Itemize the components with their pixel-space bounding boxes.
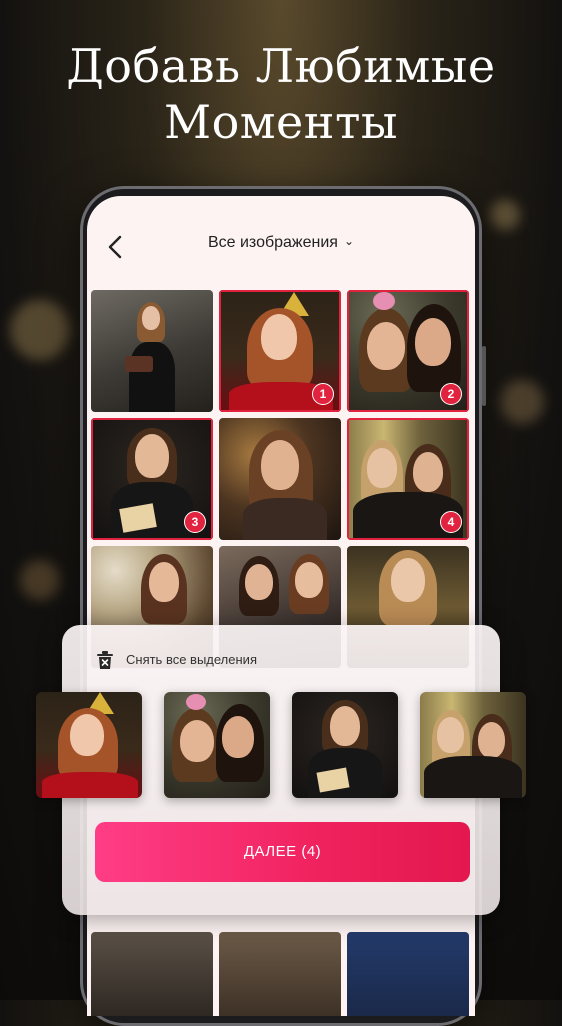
- trash-x-icon: [97, 651, 113, 669]
- bokeh-light: [20, 560, 60, 600]
- chevron-down-icon: ⌄: [343, 234, 355, 248]
- selection-order-badge: 4: [440, 511, 462, 533]
- bokeh-light: [490, 200, 520, 230]
- headline: Добавь Любимые Моменты: [0, 38, 562, 150]
- album-dropdown[interactable]: Все изображения ⌄: [87, 234, 475, 252]
- photo-cell-selected[interactable]: 1: [219, 290, 341, 412]
- headline-line-2: Моменты: [163, 95, 399, 149]
- selected-thumbnail[interactable]: [164, 692, 270, 798]
- photo-cell-selected[interactable]: 2: [347, 290, 469, 412]
- selection-order-badge: 1: [312, 383, 334, 405]
- photo-grid-more: [91, 926, 471, 1016]
- next-button[interactable]: ДАЛЕЕ (4): [95, 822, 470, 882]
- photo-cell[interactable]: [91, 290, 213, 412]
- bokeh-light: [10, 300, 70, 360]
- top-bar: Все изображения ⌄: [87, 196, 475, 286]
- photo-cell-selected[interactable]: 3: [91, 418, 213, 540]
- selection-order-badge: 3: [184, 511, 206, 533]
- selection-order-badge: 2: [440, 383, 462, 405]
- photo-cell[interactable]: [219, 418, 341, 540]
- album-label: Все изображения: [207, 234, 338, 251]
- clear-selection-label: Снять все выделения: [126, 652, 257, 667]
- selected-thumbnail[interactable]: [36, 692, 142, 798]
- selected-thumbnail[interactable]: [292, 692, 398, 798]
- photo-cell-selected[interactable]: 4: [347, 418, 469, 540]
- bokeh-light: [500, 380, 544, 424]
- selected-thumbnail[interactable]: [420, 692, 526, 798]
- phone-side-button: [482, 346, 486, 406]
- headline-line-1: Добавь Любимые: [66, 39, 496, 93]
